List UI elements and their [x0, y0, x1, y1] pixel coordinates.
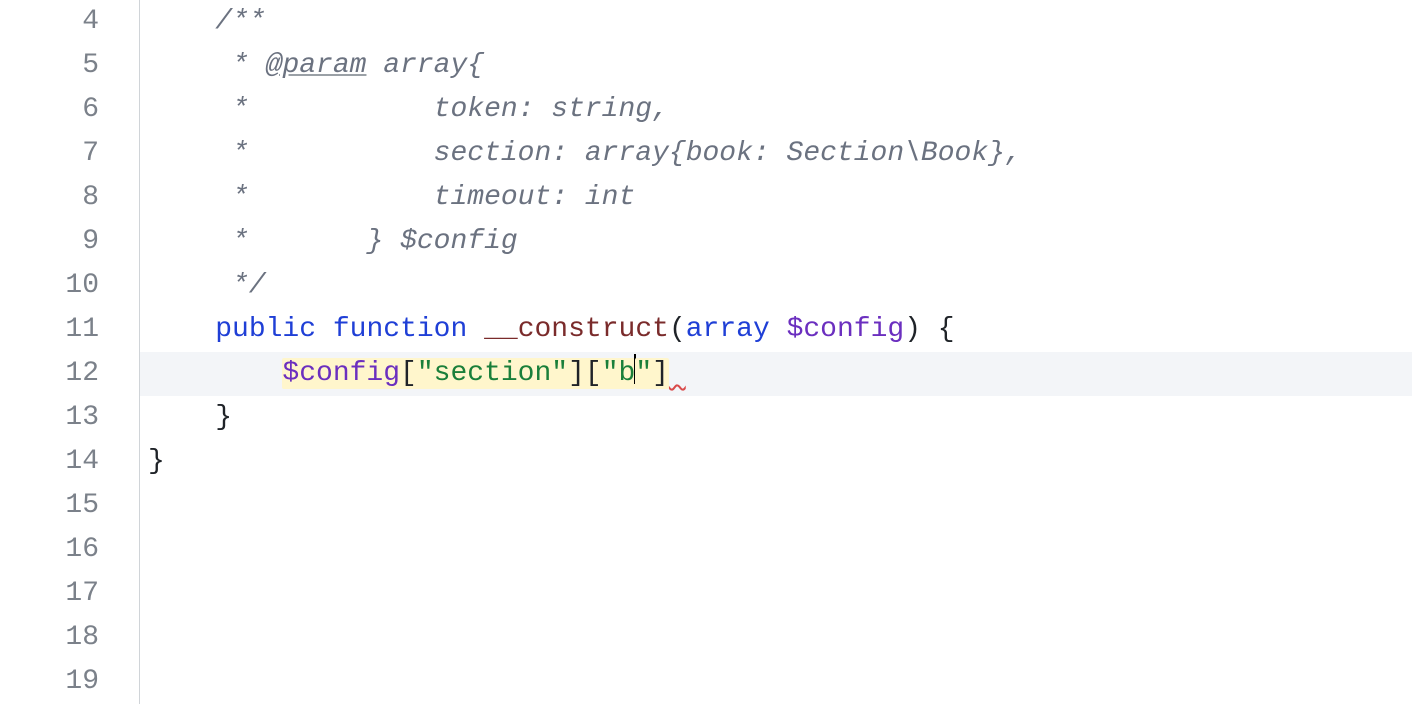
- variable: $config: [787, 314, 905, 345]
- string: "b: [602, 358, 636, 389]
- code-line[interactable]: [148, 660, 1412, 704]
- line-number: 18: [0, 616, 139, 660]
- code-line[interactable]: * section: array{book: Section\Book},: [148, 132, 1412, 176]
- function-name: __construct: [484, 314, 669, 345]
- docblock-text: * section: array{book: Section\Book},: [215, 138, 1022, 169]
- code-line[interactable]: * } $config: [148, 220, 1412, 264]
- line-number: 14: [0, 440, 139, 484]
- keyword: array: [686, 314, 770, 345]
- error-squiggle: [669, 358, 686, 389]
- code-line[interactable]: }: [148, 440, 1412, 484]
- line-number: 15: [0, 484, 139, 528]
- line-number: 17: [0, 572, 139, 616]
- code-line[interactable]: [148, 528, 1412, 572]
- code-line[interactable]: [148, 616, 1412, 660]
- line-number: 5: [0, 44, 139, 88]
- line-number: 16: [0, 528, 139, 572]
- line-number: 10: [0, 264, 139, 308]
- line-number: 19: [0, 660, 139, 704]
- docblock-text: * token: string,: [215, 94, 669, 125]
- code-line[interactable]: * timeout: int: [148, 176, 1412, 220]
- line-number: 12: [0, 352, 139, 396]
- code-line[interactable]: */: [148, 264, 1412, 308]
- brace: }: [148, 446, 165, 477]
- brace: }: [215, 402, 232, 433]
- code-line[interactable]: /**: [148, 0, 1412, 44]
- code-area[interactable]: /** * @param array{ * token: string, * s…: [140, 0, 1412, 704]
- line-number-gutter: 4 5 6 7 8 9 10 11 12 13 14 15 16 17 18 1…: [0, 0, 140, 704]
- docblock-var: $config: [400, 226, 518, 257]
- phpdoc-tag: @param: [266, 50, 367, 81]
- string: "section": [417, 358, 568, 389]
- line-number: 6: [0, 88, 139, 132]
- code-line[interactable]: * @param array{: [148, 44, 1412, 88]
- line-number: 7: [0, 132, 139, 176]
- line-number: 9: [0, 220, 139, 264]
- line-number: 4: [0, 0, 139, 44]
- code-line[interactable]: public function __construct(array $confi…: [148, 308, 1412, 352]
- code-line[interactable]: }: [148, 396, 1412, 440]
- line-number: 11: [0, 308, 139, 352]
- docblock-star: *: [215, 50, 265, 81]
- line-number: 8: [0, 176, 139, 220]
- docblock-close: */: [215, 270, 265, 301]
- keyword: public: [215, 314, 316, 345]
- docblock-open: /**: [215, 6, 265, 37]
- variable: $config: [282, 358, 400, 389]
- code-line[interactable]: [148, 572, 1412, 616]
- docblock-text: * }: [215, 226, 400, 257]
- keyword: function: [333, 314, 467, 345]
- line-number: 13: [0, 396, 139, 440]
- docblock-text: * timeout: int: [215, 182, 635, 213]
- code-line-active[interactable]: $config["section"]["b"]: [148, 352, 1412, 396]
- code-editor[interactable]: 4 5 6 7 8 9 10 11 12 13 14 15 16 17 18 1…: [0, 0, 1412, 704]
- code-line[interactable]: [148, 484, 1412, 528]
- docblock-text: array{: [366, 50, 484, 81]
- code-line[interactable]: * token: string,: [148, 88, 1412, 132]
